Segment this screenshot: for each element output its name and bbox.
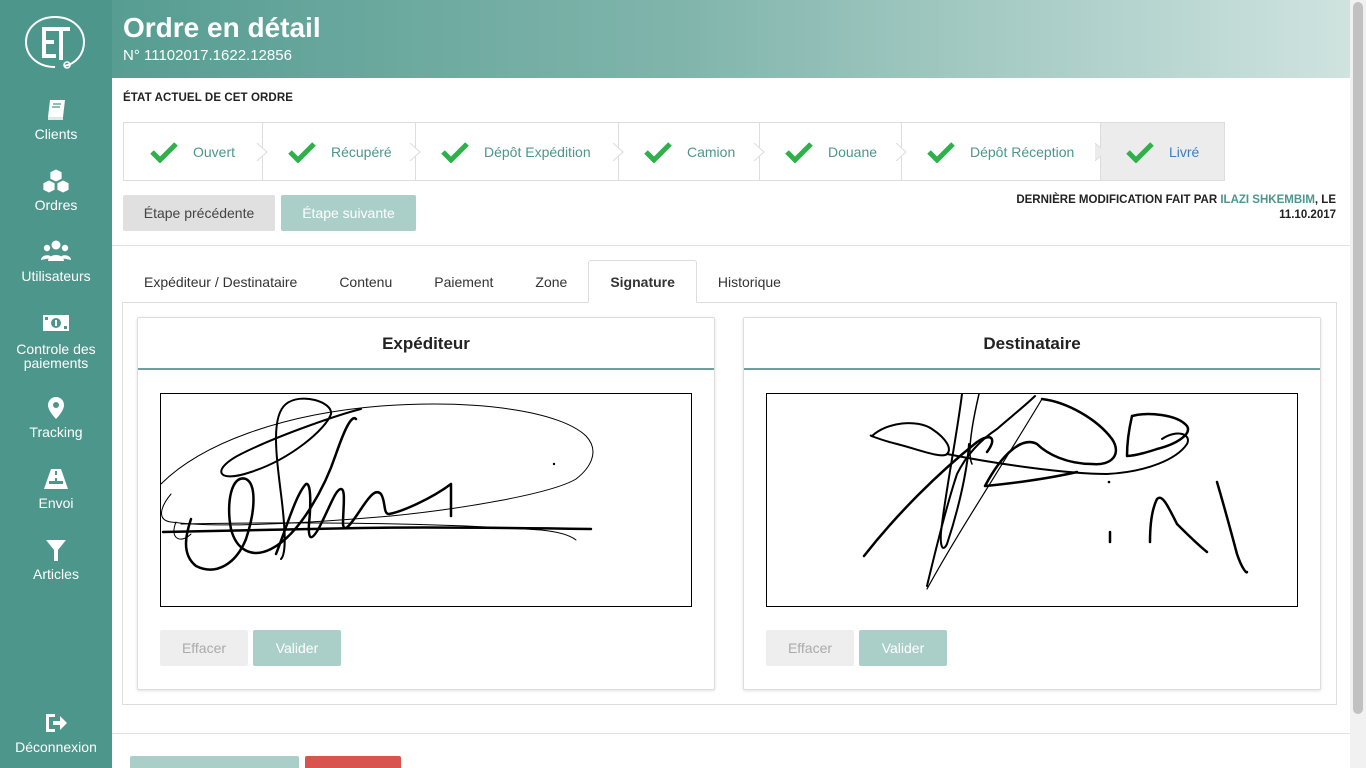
divider xyxy=(112,245,1350,246)
step-camion[interactable]: Camion xyxy=(619,123,765,180)
nav-tracking-label: Tracking xyxy=(29,424,83,440)
bottom-delete-button[interactable] xyxy=(305,756,401,768)
nav-deconnexion[interactable]: Déconnexion xyxy=(0,710,112,754)
step-label: Dépôt Réception xyxy=(970,143,1075,160)
sender-signature-drawing xyxy=(161,397,594,571)
nav-articles[interactable]: Articles xyxy=(0,537,112,581)
nav-tracking[interactable]: Tracking xyxy=(0,395,112,439)
last-modified-separator: , LE xyxy=(1314,194,1336,206)
nav-clients[interactable]: Clients xyxy=(0,97,112,141)
road-icon xyxy=(44,469,68,489)
step-douane[interactable]: Douane xyxy=(760,123,907,180)
app-logo[interactable] xyxy=(22,14,88,70)
sender-signature-pad[interactable] xyxy=(160,393,692,607)
step-livre[interactable]: Livré xyxy=(1101,123,1224,180)
sign-out-icon xyxy=(46,714,67,732)
money-icon xyxy=(43,315,69,331)
nav-articles-label: Articles xyxy=(33,566,79,582)
previous-step-button[interactable]: Étape précédente xyxy=(123,195,275,231)
page-title: Ordre en détail xyxy=(123,12,321,43)
sender-signature-card: Expéditeur Effacer Valider xyxy=(137,317,715,690)
filter-icon xyxy=(46,540,66,561)
last-modified-date: 11.10.2017 xyxy=(1279,209,1336,221)
step-label: Douane xyxy=(828,143,878,160)
sidebar: Clients Ordres Utilisateurs Controle des… xyxy=(0,0,112,768)
step-depot-reception[interactable]: Dépôt Réception xyxy=(902,123,1106,180)
tab-contenu[interactable]: Contenu xyxy=(318,260,413,303)
sender-signature-title: Expéditeur xyxy=(138,318,714,370)
nav-clients-label: Clients xyxy=(34,126,78,142)
recipient-signature-card: Destinataire Effacer Valider xyxy=(743,317,1321,690)
last-modified-prefix: DERNIÈRE MODIFICATION FAIT PAR xyxy=(1016,194,1218,206)
check-icon xyxy=(150,141,178,163)
step-label: Dépôt Expédition xyxy=(484,143,591,160)
last-modified-user[interactable]: ILAZI SHKEMBIM xyxy=(1220,194,1315,206)
step-recupere[interactable]: Récupéré xyxy=(263,123,421,180)
next-step-button[interactable]: Étape suivante xyxy=(281,195,416,231)
recipient-signature-title: Destinataire xyxy=(744,318,1320,370)
nav-controle-paiements-label: Controle des paiements xyxy=(16,341,96,371)
step-label: Récupéré xyxy=(331,143,392,160)
tab-expediteur-destinataire[interactable]: Expéditeur / Destinataire xyxy=(123,260,318,303)
step-depot-expedition[interactable]: Dépôt Expédition xyxy=(416,123,624,180)
nav-envoi-label: Envoi xyxy=(38,495,74,511)
divider xyxy=(112,733,1350,734)
check-icon xyxy=(1126,141,1154,163)
step-label: Livré xyxy=(1169,143,1200,160)
order-status-stepper: Ouvert Récupéré Dépôt Expédition Camion … xyxy=(123,122,1225,181)
nav-controle-paiements[interactable]: Controle des paiements xyxy=(0,312,112,370)
recipient-clear-button[interactable]: Effacer xyxy=(766,630,854,666)
tab-signature[interactable]: Signature xyxy=(588,260,697,303)
sender-validate-button[interactable]: Valider xyxy=(253,630,341,666)
page-header: Ordre en détail N° 11102017.1622.12856 xyxy=(112,0,1350,78)
tab-historique[interactable]: Historique xyxy=(697,260,802,303)
book-icon xyxy=(48,100,65,120)
sender-clear-button[interactable]: Effacer xyxy=(160,630,248,666)
nav-ordres[interactable]: Ordres xyxy=(0,168,112,212)
check-icon xyxy=(441,141,469,163)
recipient-signature-pad[interactable] xyxy=(766,393,1298,607)
step-label: Ouvert xyxy=(193,143,236,160)
nav-utilisateurs-label: Utilisateurs xyxy=(21,268,91,284)
last-modified-info: DERNIÈRE MODIFICATION FAIT PAR ILAZI SHK… xyxy=(976,193,1336,223)
tab-zone[interactable]: Zone xyxy=(514,260,588,303)
map-marker-icon xyxy=(48,397,64,419)
step-label: Camion xyxy=(687,143,736,160)
check-icon xyxy=(288,141,316,163)
nav-deconnexion-label: Déconnexion xyxy=(15,739,97,755)
order-number: N° 11102017.1622.12856 xyxy=(123,47,292,64)
detail-tabs: Expéditeur / Destinataire Contenu Paieme… xyxy=(123,260,802,303)
recipient-validate-button[interactable]: Valider xyxy=(859,630,947,666)
check-icon xyxy=(927,141,955,163)
step-ouvert[interactable]: Ouvert xyxy=(124,123,268,180)
order-status-title: ÉTAT ACTUEL DE CET ORDRE xyxy=(123,92,294,104)
check-icon xyxy=(785,141,813,163)
nav-envoi[interactable]: Envoi xyxy=(0,466,112,510)
page-scrollbar[interactable] xyxy=(1350,0,1366,768)
scrollbar-thumb[interactable] xyxy=(1353,2,1363,714)
nav-ordres-label: Ordres xyxy=(34,197,78,213)
users-icon xyxy=(41,240,71,261)
check-icon xyxy=(644,141,672,163)
tab-paiement[interactable]: Paiement xyxy=(413,260,514,303)
bottom-action-button[interactable] xyxy=(130,756,299,768)
nav-utilisateurs[interactable]: Utilisateurs xyxy=(0,239,112,283)
recipient-signature-drawing xyxy=(862,394,1249,590)
cubes-icon xyxy=(42,168,70,194)
